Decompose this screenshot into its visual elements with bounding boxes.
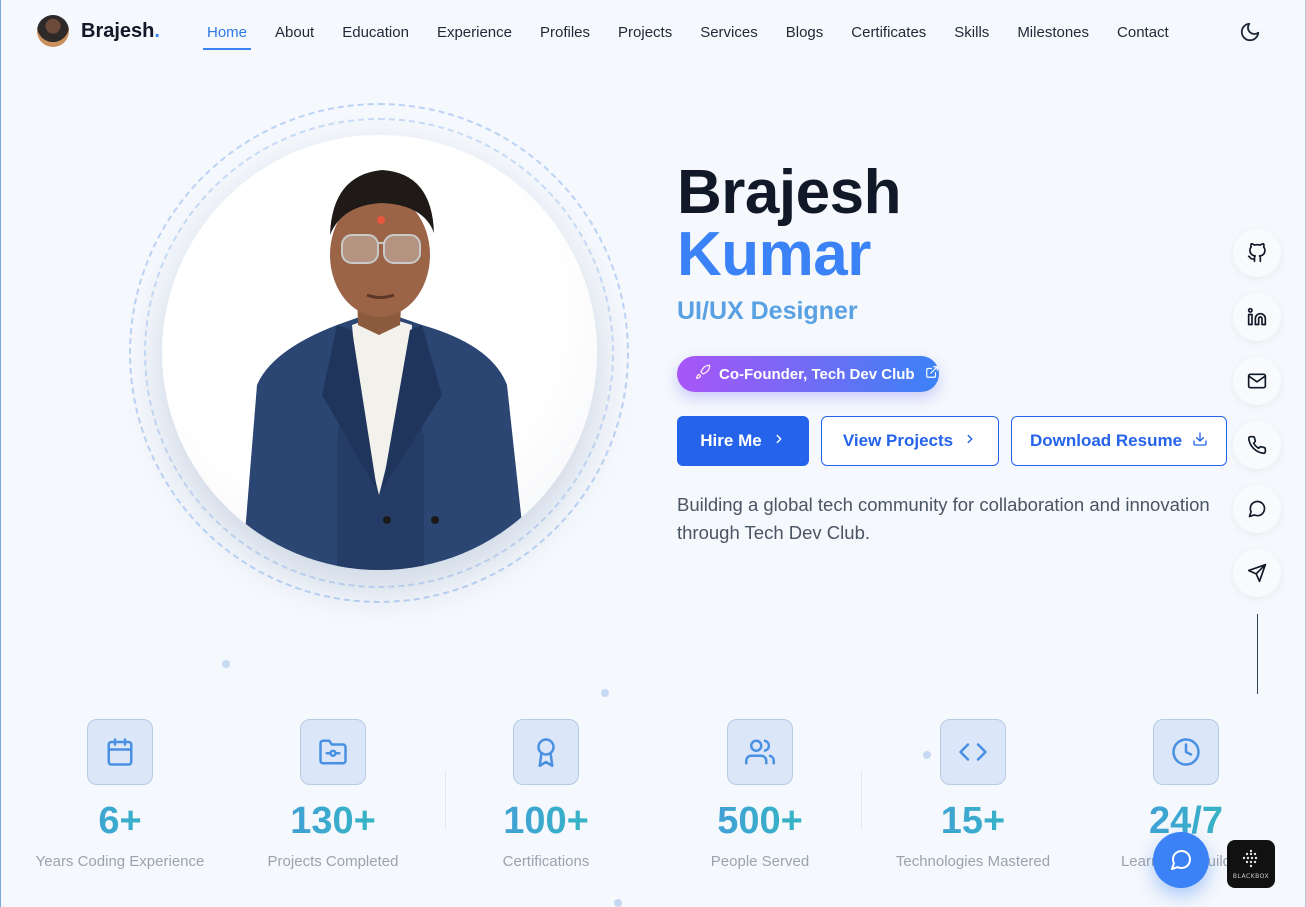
nav-item-blogs[interactable]: Blogs (786, 24, 824, 41)
hero-first-name: Brajesh (677, 158, 901, 227)
stat-item: 500+ People Served (650, 719, 870, 870)
stat-item: 100+ Certifications (436, 719, 656, 870)
nav-item-skills[interactable]: Skills (954, 24, 989, 41)
hire-me-button[interactable]: Hire Me (677, 416, 809, 466)
social-links (1233, 229, 1281, 597)
social-divider-line (1257, 614, 1258, 694)
nav-item-certificates[interactable]: Certificates (851, 24, 926, 41)
decorative-dot (614, 899, 622, 907)
moon-icon[interactable] (1239, 21, 1261, 43)
send-icon[interactable] (1233, 549, 1281, 597)
brand-name: Brajesh. (81, 19, 160, 42)
stat-item: 6+ Years Coding Experience (10, 719, 230, 870)
brand-avatar (37, 15, 69, 47)
blackbox-logo-icon (1242, 849, 1258, 868)
stat-item: 15+ Technologies Mastered (863, 719, 1083, 870)
founder-badge-link[interactable]: Co-Founder, Tech Dev Club (677, 356, 939, 392)
founder-badge-label: Co-Founder, Tech Dev Club (719, 365, 915, 383)
calendar-icon (87, 719, 153, 785)
stat-value: 500+ (650, 801, 870, 841)
nav-links: Home About Education Experience Profiles… (200, 24, 1197, 50)
download-resume-button[interactable]: Download Resume (1011, 416, 1227, 466)
nav-item-education[interactable]: Education (342, 24, 409, 41)
stat-value: 6+ (10, 801, 230, 841)
nav-item-milestones[interactable]: Milestones (1017, 24, 1089, 41)
nav-item-experience[interactable]: Experience (437, 24, 512, 41)
profile-photo (162, 135, 597, 570)
decorative-dot (601, 689, 609, 697)
blackbox-label: BLACKBOX (1232, 873, 1270, 880)
stat-value: 100+ (436, 801, 656, 841)
download-resume-label: Download Resume (1029, 431, 1183, 450)
nav-item-contact[interactable]: Contact (1117, 24, 1169, 41)
code-icon (940, 719, 1006, 785)
chevron-right-icon (772, 431, 786, 451)
hero-last-name: Kumar (677, 220, 871, 289)
stat-label: Technologies Mastered (895, 853, 1051, 870)
brand-logo[interactable]: Brajesh. (37, 15, 160, 47)
chat-icon[interactable] (1153, 832, 1209, 888)
hero-role: UI/UX Designer (677, 297, 858, 325)
stat-label: Certifications (502, 853, 590, 870)
nav-item-profiles[interactable]: Profiles (540, 24, 590, 41)
hire-me-label: Hire Me (700, 431, 762, 450)
top-navbar: Brajesh. Home About Education Experience… (0, 0, 1306, 64)
rocket-icon (695, 364, 711, 384)
nav-item-projects[interactable]: Projects (618, 24, 672, 41)
external-link-icon (925, 365, 939, 383)
view-projects-label: View Projects (842, 431, 954, 450)
view-projects-button[interactable]: View Projects (821, 416, 999, 466)
blackbox-widget[interactable]: BLACKBOX (1227, 840, 1275, 888)
decorative-dot (222, 660, 230, 668)
hero-intro-text: Building a global tech community for col… (677, 494, 1210, 543)
award-icon (513, 719, 579, 785)
message-icon[interactable] (1233, 485, 1281, 533)
nav-item-about[interactable]: About (275, 24, 314, 41)
nav-item-services[interactable]: Services (700, 24, 758, 41)
clock-icon (1153, 719, 1219, 785)
mail-icon[interactable] (1233, 357, 1281, 405)
users-icon (727, 719, 793, 785)
stat-divider (861, 770, 862, 830)
github-icon[interactable] (1233, 229, 1281, 277)
chevron-right-icon (963, 431, 977, 451)
stat-label: Projects Completed (267, 853, 399, 870)
stat-label: Years Coding Experience (35, 853, 205, 870)
stat-item: 130+ Projects Completed (223, 719, 443, 870)
folder-icon (300, 719, 366, 785)
nav-item-home[interactable]: Home (202, 24, 252, 50)
phone-icon[interactable] (1233, 421, 1281, 469)
linkedin-icon[interactable] (1233, 293, 1281, 341)
stat-value: 15+ (863, 801, 1083, 841)
stat-value: 130+ (223, 801, 443, 841)
download-icon (1192, 431, 1208, 452)
stat-label: People Served (710, 853, 810, 870)
window-edge-left (0, 0, 1, 907)
